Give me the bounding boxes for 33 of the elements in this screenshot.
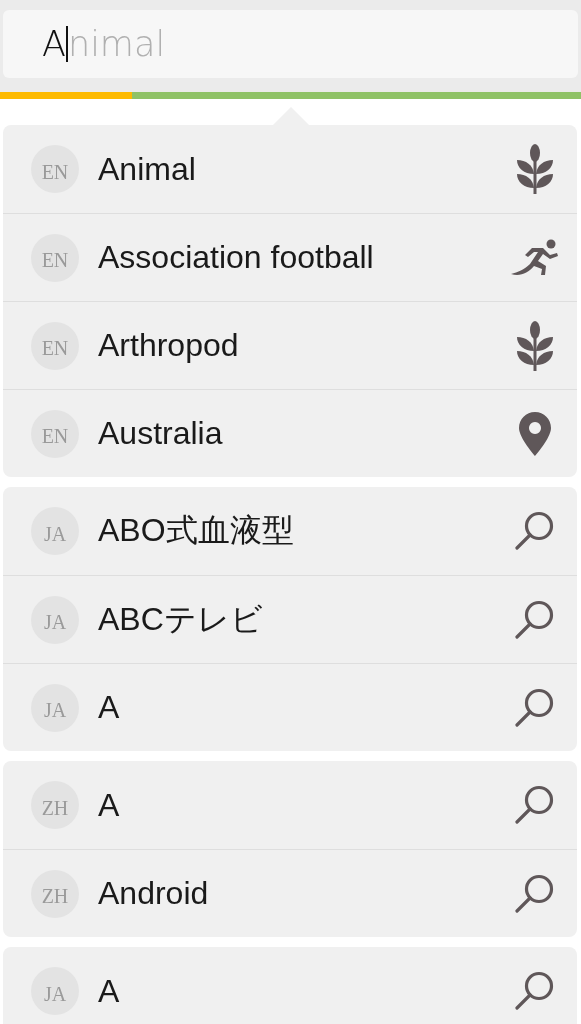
suggestion-item[interactable]: ZH Android — [3, 849, 577, 937]
language-badge: JA — [31, 967, 79, 1015]
text-cursor — [65, 26, 68, 62]
suggestion-item[interactable]: EN Arthropod — [3, 301, 577, 389]
language-badge: JA — [31, 507, 79, 555]
search-icon — [515, 785, 555, 825]
search-icon — [515, 511, 555, 551]
suggestion-item[interactable]: JA ABO式血液型 — [3, 487, 577, 575]
language-badge: JA — [31, 595, 79, 644]
plant-icon — [516, 320, 554, 371]
language-badge: EN — [31, 233, 79, 282]
autocomplete-hint: nimal — [67, 24, 166, 64]
map-pin-icon — [518, 410, 552, 457]
search-icon — [515, 873, 555, 914]
suggestion-item[interactable]: EN Association football — [3, 213, 577, 301]
language-badge: EN — [31, 321, 79, 370]
suggestion-item[interactable]: JA A — [3, 947, 577, 1024]
search-icon — [515, 599, 555, 640]
language-badge: EN — [31, 409, 79, 458]
suggestion-item[interactable]: ZH A — [3, 761, 577, 849]
plant-icon — [516, 144, 554, 194]
language-badge: ZH — [31, 781, 79, 829]
suggestion-item[interactable]: EN Animal — [3, 125, 577, 213]
language-badge: JA — [31, 683, 79, 732]
language-badge: EN — [31, 145, 79, 193]
suggestion-item[interactable]: JA ABCテレビ — [3, 575, 577, 663]
suggestion-item[interactable]: JA A — [3, 663, 577, 751]
search-icon — [515, 687, 555, 728]
search-icon — [515, 971, 555, 1011]
language-badge: ZH — [31, 869, 79, 918]
search-field[interactable]: Animal — [3, 10, 578, 78]
suggestion-item[interactable]: EN Australia — [3, 389, 577, 477]
runner-icon — [510, 238, 560, 277]
